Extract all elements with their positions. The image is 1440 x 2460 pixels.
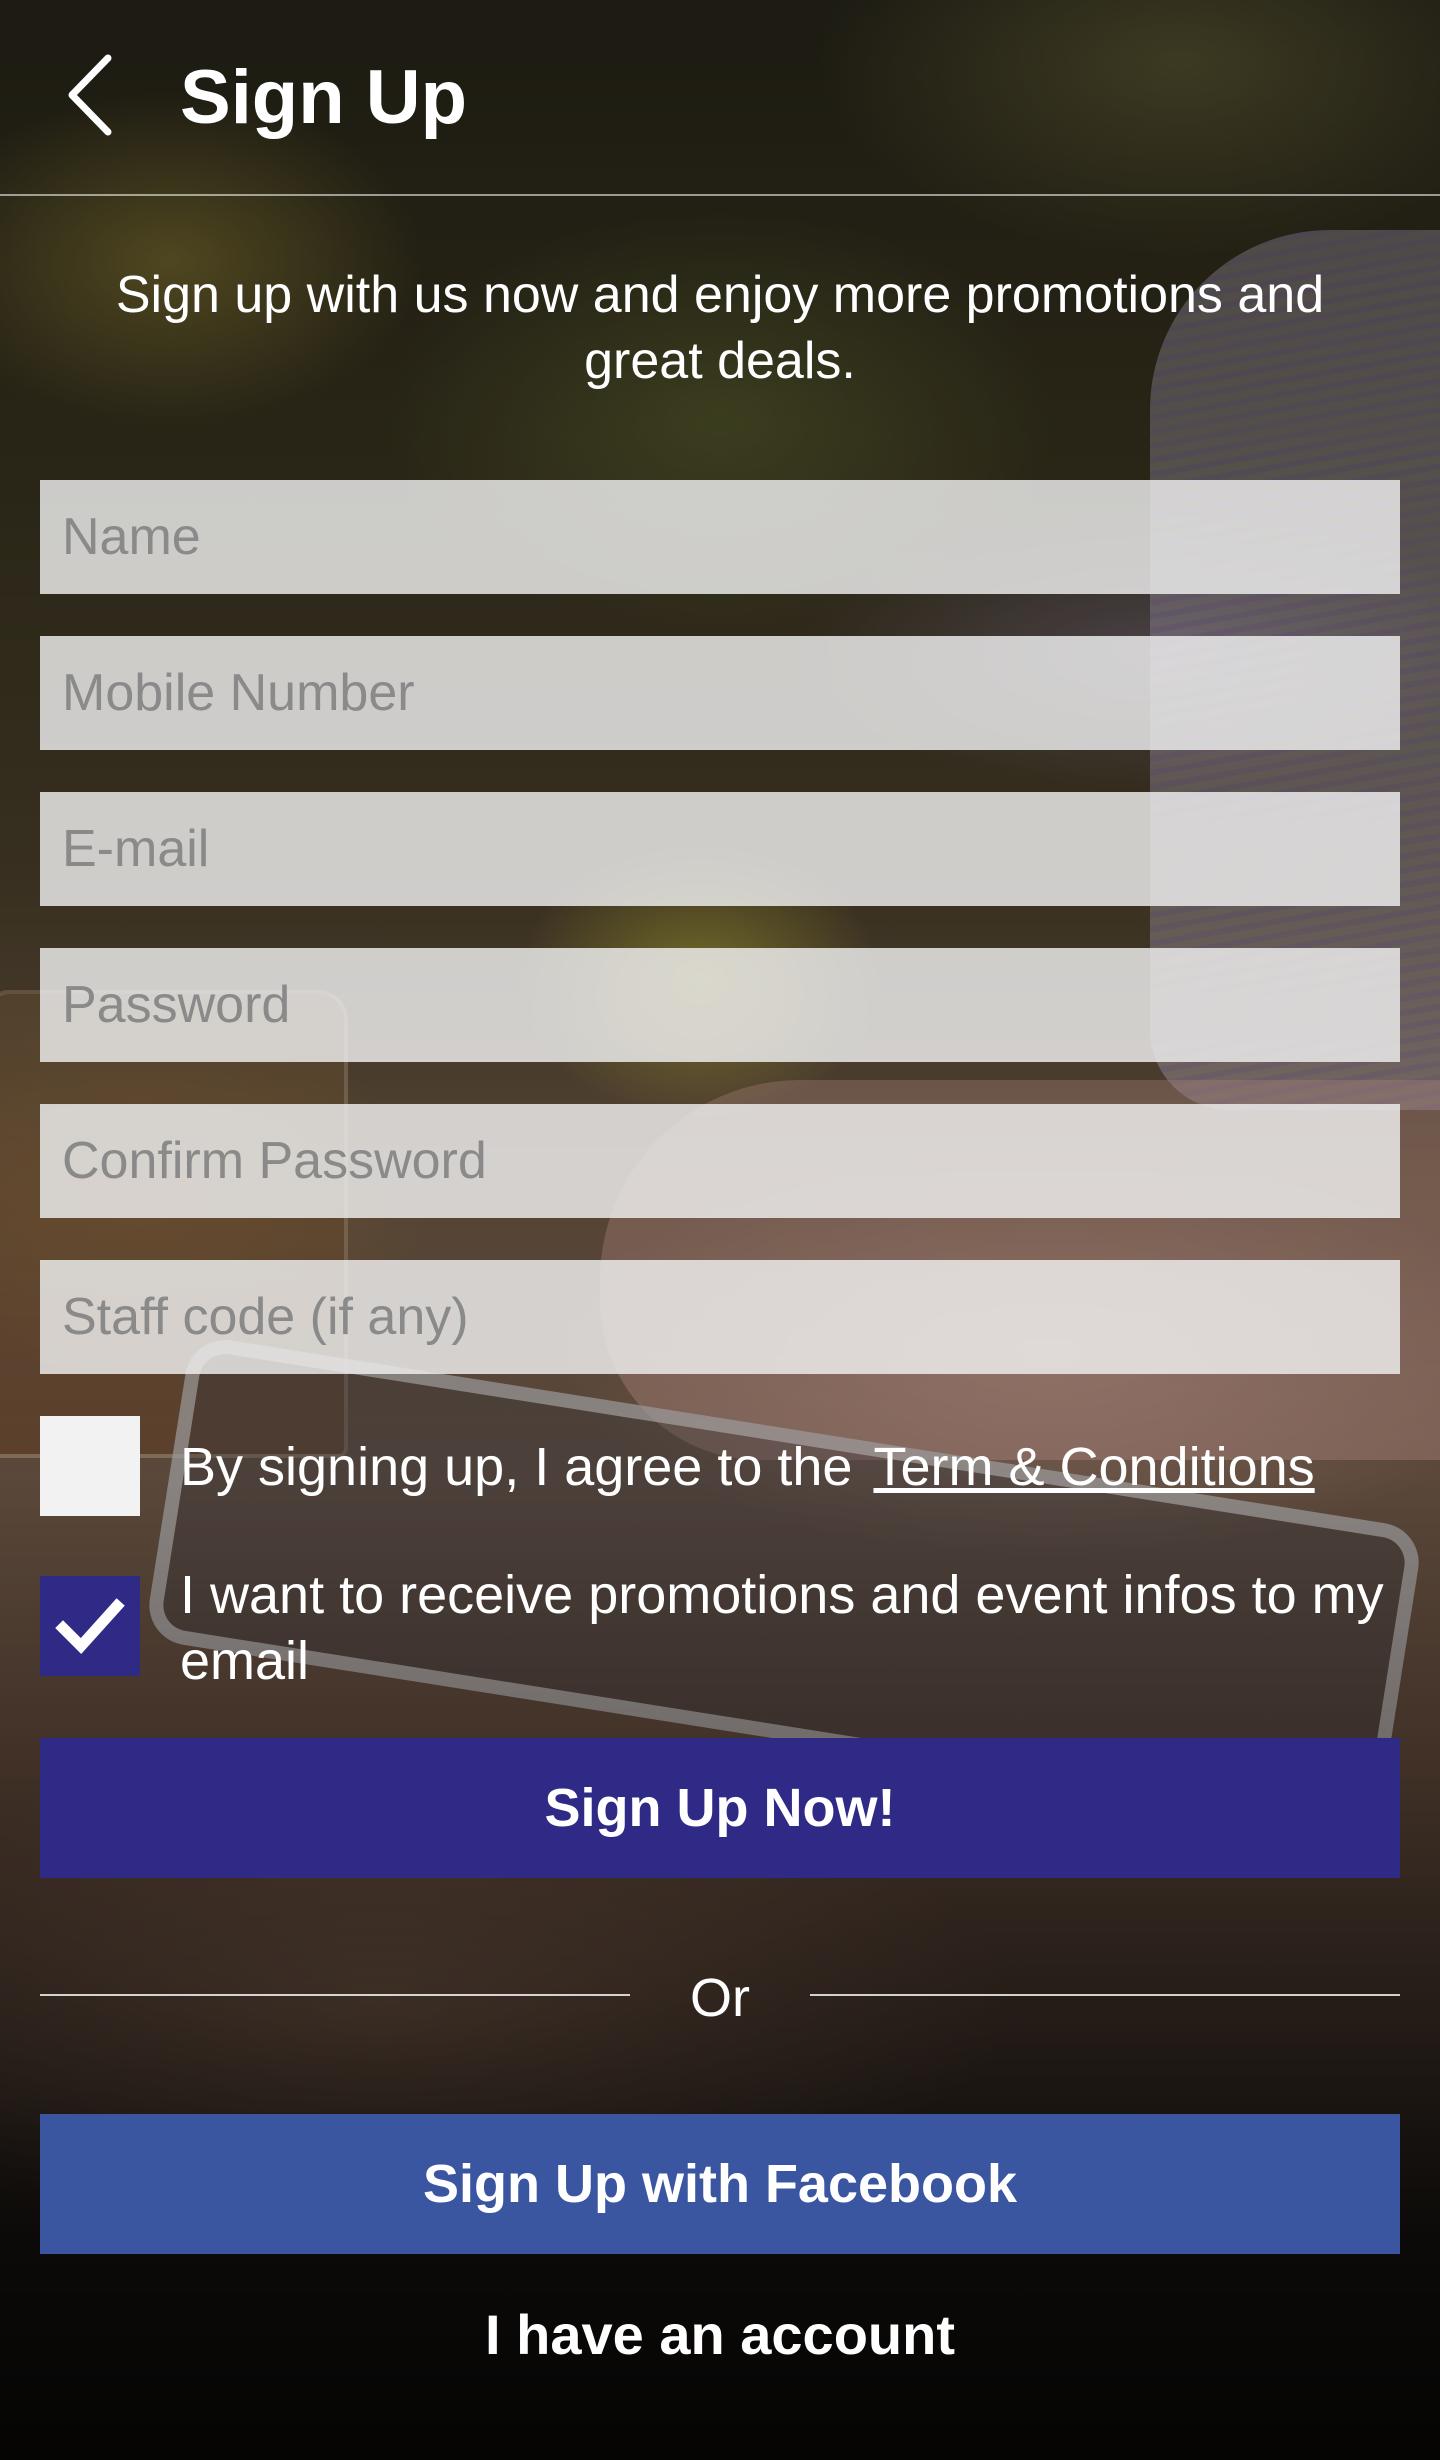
or-divider-text: Or xyxy=(690,1968,750,2028)
confirm-password-field[interactable] xyxy=(40,1104,1400,1218)
promotions-label: I want to receive promotions and event i… xyxy=(180,1565,1384,1691)
intro-text: Sign up with us now and enjoy more promo… xyxy=(115,266,1325,390)
have-account-link[interactable]: I have an account xyxy=(0,2300,1440,2370)
terms-text: By signing up, I agree to the xyxy=(180,1437,853,1497)
staff-code-field[interactable] xyxy=(40,1260,1400,1374)
page-title: Sign Up xyxy=(180,55,468,140)
back-button[interactable] xyxy=(50,50,130,140)
terms-label: By signing up, I agree to the Term & Con… xyxy=(180,1434,1400,1500)
sign-up-now-button[interactable]: Sign Up Now! xyxy=(40,1738,1400,1878)
promotions-checkbox[interactable] xyxy=(40,1576,140,1676)
divider-line-right xyxy=(810,1994,1400,1996)
email-field[interactable] xyxy=(40,792,1400,906)
header-bar: Sign Up xyxy=(0,0,1440,196)
divider-line-left xyxy=(40,1994,630,1996)
terms-checkbox[interactable] xyxy=(40,1416,140,1516)
terms-conditions-link[interactable]: Term & Conditions xyxy=(873,1437,1314,1497)
signup-screen: Sign Up Sign up with us now and enjoy mo… xyxy=(0,0,1440,2460)
chevron-left-icon xyxy=(68,54,112,136)
checkmark-icon xyxy=(55,1598,125,1654)
facebook-signup-button[interactable]: Sign Up with Facebook xyxy=(40,2114,1400,2254)
mobile-number-field[interactable] xyxy=(40,636,1400,750)
password-field[interactable] xyxy=(40,948,1400,1062)
name-field[interactable] xyxy=(40,480,1400,594)
